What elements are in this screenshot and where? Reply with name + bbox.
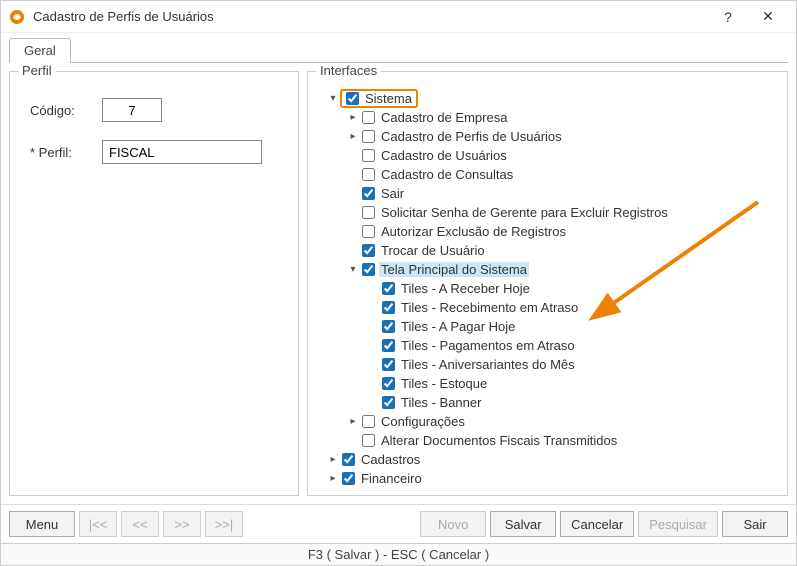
highlight-sistema: Sistema <box>340 89 418 108</box>
statusbar-text: F3 ( Salvar ) - ESC ( Cancelar ) <box>308 547 489 562</box>
perfil-input[interactable] <box>102 140 262 164</box>
tree-item[interactable]: Alterar Documentos Fiscais Transmitidos <box>379 433 619 448</box>
checkbox[interactable] <box>362 130 375 143</box>
window-title: Cadastro de Perfis de Usuários <box>33 9 708 24</box>
interfaces-panel: Interfaces ▾ Sistema <box>307 71 788 496</box>
checkbox[interactable] <box>382 339 395 352</box>
menu-button[interactable]: Menu <box>9 511 75 537</box>
checkbox[interactable] <box>362 149 375 162</box>
tree-item[interactable]: Tiles - Banner <box>399 395 483 410</box>
cancelar-button[interactable]: Cancelar <box>560 511 634 537</box>
checkbox[interactable] <box>362 187 375 200</box>
checkbox[interactable] <box>362 244 375 257</box>
expand-icon[interactable]: ▸ <box>326 454 340 465</box>
codigo-input[interactable] <box>102 98 162 122</box>
checkbox[interactable] <box>382 301 395 314</box>
checkbox[interactable] <box>382 377 395 390</box>
checkbox[interactable] <box>362 206 375 219</box>
codigo-label: Código: <box>30 103 102 118</box>
sair-button[interactable]: Sair <box>722 511 788 537</box>
pesquisar-button[interactable]: Pesquisar <box>638 511 718 537</box>
tree-item[interactable]: Cadastro de Usuários <box>379 148 509 163</box>
checkbox[interactable] <box>382 320 395 333</box>
perfil-label: * Perfil: <box>30 145 102 160</box>
tree-item-sistema[interactable]: Sistema <box>363 91 414 106</box>
tree-item-tela-principal[interactable]: Tela Principal do Sistema <box>379 262 529 277</box>
interfaces-tree: ▾ Sistema ▸ Cadastro de Empresa ▸ Cadastro… <box>322 89 777 485</box>
bottom-toolbar: Menu |<< << >> >>| Novo Salvar Cancelar … <box>1 504 796 543</box>
tree-item[interactable]: Solicitar Senha de Gerente para Excluir … <box>379 205 670 220</box>
checkbox[interactable] <box>382 358 395 371</box>
novo-button[interactable]: Novo <box>420 511 486 537</box>
tree-item[interactable]: Cadastro de Empresa <box>379 110 509 125</box>
perfil-panel: Perfil Código: * Perfil: <box>9 71 299 496</box>
checkbox-sistema[interactable] <box>346 92 359 105</box>
checkbox[interactable] <box>362 225 375 238</box>
checkbox[interactable] <box>382 282 395 295</box>
app-icon <box>9 9 25 25</box>
nav-prev-button[interactable]: << <box>121 511 159 537</box>
expand-icon[interactable]: ▾ <box>346 264 360 275</box>
checkbox[interactable] <box>362 263 375 276</box>
tree-scroll[interactable]: ▾ Sistema ▸ Cadastro de Empresa ▸ Cadastro… <box>318 86 777 485</box>
tree-item[interactable]: Tiles - Recebimento em Atraso <box>399 300 580 315</box>
interfaces-panel-label: Interfaces <box>316 63 381 78</box>
tab-geral[interactable]: Geral <box>9 38 71 63</box>
tree-item[interactable]: Sair <box>379 186 406 201</box>
content: Perfil Código: * Perfil: Interfaces ▾ <box>1 63 796 504</box>
tree-item[interactable]: Tiles - Estoque <box>399 376 489 391</box>
expand-icon[interactable]: ▸ <box>346 416 360 427</box>
salvar-button[interactable]: Salvar <box>490 511 556 537</box>
tree-item[interactable]: Tiles - Aniversariantes do Mês <box>399 357 577 372</box>
tab-strip: Geral <box>9 37 788 63</box>
tree-item[interactable]: Trocar de Usuário <box>379 243 487 258</box>
window: Cadastro de Perfis de Usuários ? ✕ Geral… <box>0 0 797 566</box>
expand-icon[interactable]: ▸ <box>346 131 360 142</box>
checkbox[interactable] <box>342 453 355 466</box>
tree-item[interactable]: Tiles - A Receber Hoje <box>399 281 532 296</box>
tree-item[interactable]: Cadastros <box>359 452 422 467</box>
checkbox[interactable] <box>362 415 375 428</box>
checkbox[interactable] <box>382 396 395 409</box>
tree-item[interactable]: Configurações <box>379 414 467 429</box>
checkbox[interactable] <box>362 168 375 181</box>
expand-icon[interactable]: ▸ <box>326 473 340 484</box>
checkbox[interactable] <box>362 111 375 124</box>
tree-item[interactable]: Autorizar Exclusão de Registros <box>379 224 568 239</box>
close-button[interactable]: ✕ <box>748 3 788 31</box>
tree-item[interactable]: Financeiro <box>359 471 424 486</box>
nav-next-button[interactable]: >> <box>163 511 201 537</box>
checkbox[interactable] <box>362 434 375 447</box>
nav-last-button[interactable]: >>| <box>205 511 243 537</box>
perfil-panel-label: Perfil <box>18 63 56 78</box>
tree-item[interactable]: Tiles - Pagamentos em Atraso <box>399 338 577 353</box>
titlebar: Cadastro de Perfis de Usuários ? ✕ <box>1 1 796 33</box>
expand-icon[interactable]: ▾ <box>326 93 340 104</box>
statusbar: F3 ( Salvar ) - ESC ( Cancelar ) <box>1 543 796 565</box>
help-button[interactable]: ? <box>708 3 748 31</box>
checkbox[interactable] <box>342 472 355 485</box>
expand-icon[interactable]: ▸ <box>346 112 360 123</box>
tree-item[interactable]: Tiles - A Pagar Hoje <box>399 319 517 334</box>
tree-item[interactable]: Cadastro de Consultas <box>379 167 515 182</box>
nav-first-button[interactable]: |<< <box>79 511 117 537</box>
tree-item[interactable]: Cadastro de Perfis de Usuários <box>379 129 564 144</box>
